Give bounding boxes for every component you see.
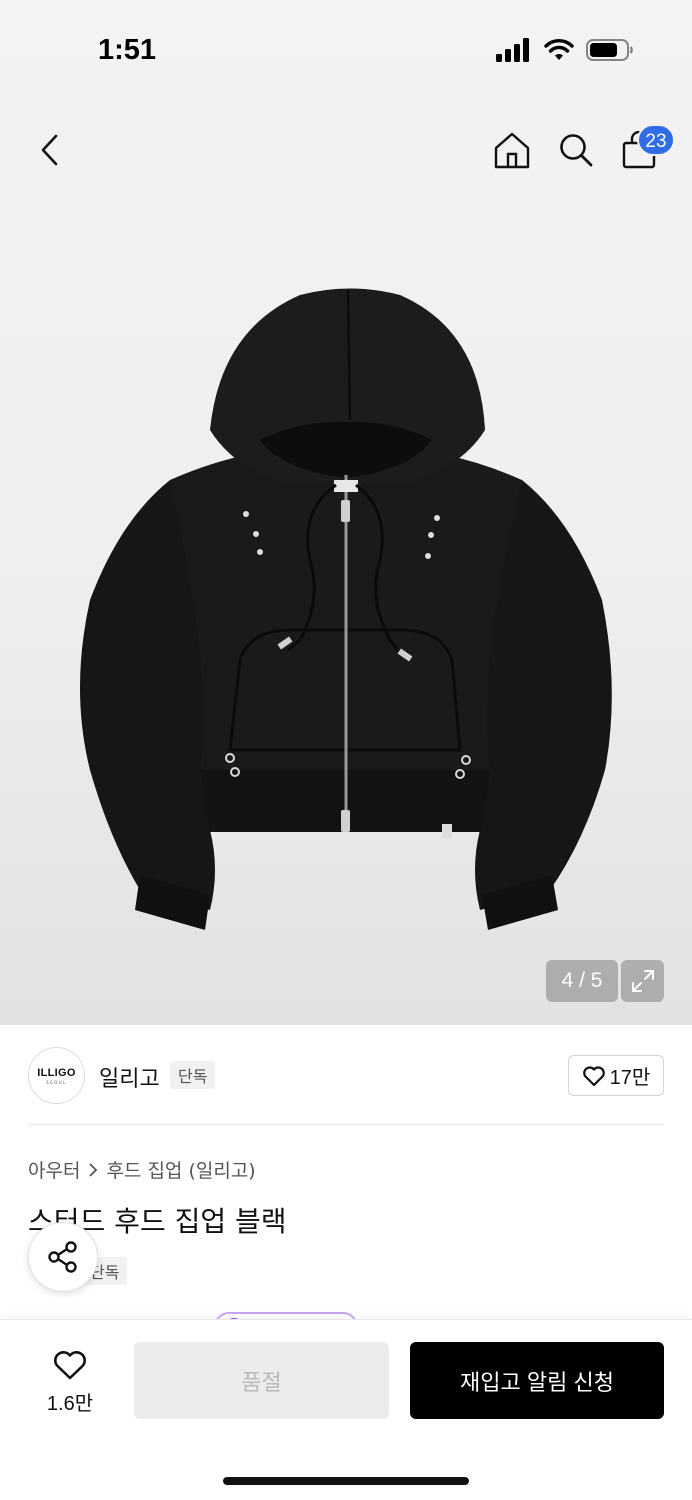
divider	[28, 1124, 664, 1125]
back-button[interactable]	[30, 128, 70, 172]
wifi-icon	[544, 39, 574, 60]
wishlist-count: 1.6만	[46, 1392, 94, 1415]
heart-icon	[54, 1350, 86, 1379]
battery-icon	[586, 39, 633, 61]
expand-icon	[631, 970, 654, 992]
top-nav	[0, 120, 692, 184]
breadcrumb-item-subcategory[interactable]: 후드 집업 (일리고)	[106, 1156, 255, 1183]
share-button[interactable]	[28, 1222, 98, 1292]
expand-button[interactable]	[621, 960, 664, 1002]
search-button[interactable]	[554, 126, 598, 174]
signal-icon	[496, 38, 529, 62]
product-gallery[interactable]: 1:51 23 4 / 5	[0, 0, 692, 1025]
soldout-button[interactable]: 품절	[134, 1342, 389, 1419]
wishlist-button[interactable]: 1.6만	[28, 1344, 112, 1420]
brand-logo[interactable]: ILLIGO SEOUL	[28, 1047, 85, 1104]
chevron-right-icon	[89, 1162, 98, 1177]
brand-like-button[interactable]: 17만	[568, 1055, 664, 1096]
brand-like-count: 17만	[609, 1067, 651, 1089]
product-image[interactable]	[60, 270, 632, 950]
brand-row: ILLIGO SEOUL 일리고 단독 17만	[0, 1025, 692, 1125]
chevron-left-icon	[41, 134, 58, 166]
image-counter: 4 / 5	[546, 960, 618, 1002]
cart-count-badge: 23	[637, 124, 675, 156]
status-icons	[496, 38, 634, 62]
breadcrumb: 아우터 후드 집업 (일리고)	[28, 1156, 256, 1183]
breadcrumb-item-category[interactable]: 아우터	[28, 1156, 80, 1183]
status-bar: 1:51	[0, 0, 692, 100]
heart-icon	[582, 1065, 605, 1086]
exclusive-badge: 단독	[170, 1061, 216, 1089]
brand-name[interactable]: 일리고	[99, 1061, 160, 1093]
status-time: 1:51	[98, 34, 157, 66]
brand-logo-text: ILLIGO	[37, 1066, 76, 1079]
search-icon	[560, 134, 593, 167]
home-button[interactable]	[490, 126, 534, 174]
home-indicator	[223, 1477, 469, 1485]
brand-logo-subtext: SEOUL	[46, 1079, 67, 1085]
share-icon	[48, 1241, 77, 1273]
restock-alert-button[interactable]: 재입고 알림 신청	[410, 1342, 664, 1419]
home-icon	[494, 132, 530, 169]
bottom-action-bar: 1.6만 품절 재입고 알림 신청	[0, 1320, 692, 1500]
